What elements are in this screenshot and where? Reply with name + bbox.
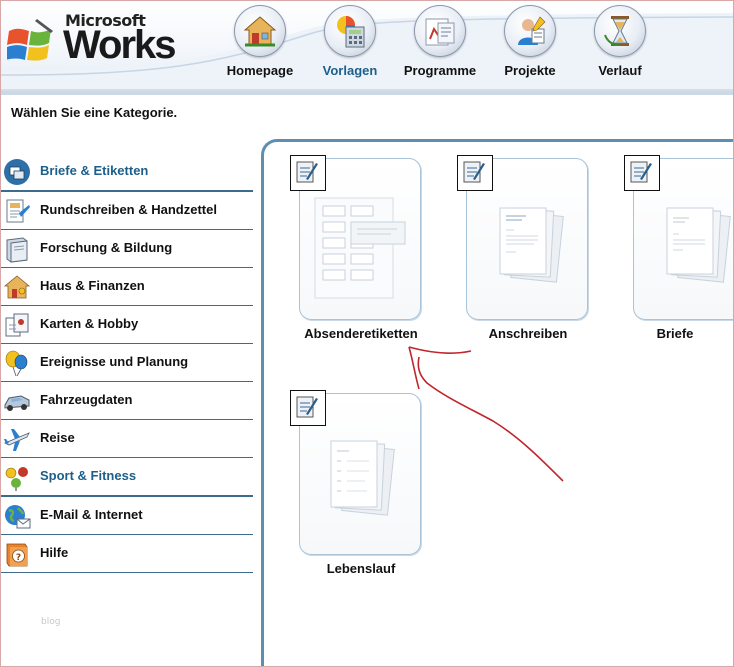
car-icon (4, 395, 30, 411)
svg-text:?: ? (16, 553, 21, 563)
watermark: blog (41, 617, 61, 627)
book-icon (6, 237, 28, 263)
template-tile-anschreiben[interactable]: Anschreiben (457, 155, 588, 341)
nav-homepage-label: Homepage (226, 63, 294, 78)
nav-verlauf-button[interactable]: Verlauf (577, 5, 663, 85)
works-logo: Microsoft Works (7, 9, 197, 67)
category-fahrzeugdaten[interactable]: Fahrzeugdaten (1, 382, 253, 420)
template-select-icon[interactable] (457, 155, 493, 191)
category-sidebar: Briefe & Etiketten Rundschreiben & Handz… (1, 153, 253, 573)
letter-preview (666, 207, 731, 283)
resume-preview (330, 440, 395, 516)
category-label: Reise (40, 430, 75, 445)
balloons-icon (5, 350, 28, 377)
templates-icon (324, 5, 376, 57)
letter-preview (499, 207, 564, 283)
annotation-arrow (408, 346, 564, 482)
category-forschung-bildung[interactable]: Forschung & Bildung (1, 230, 253, 268)
nav-programme-label: Programme (403, 63, 477, 78)
category-label: Ereignisse und Planung (40, 354, 189, 369)
airplane-icon (4, 429, 30, 451)
category-email-internet[interactable]: E-Mail & Internet (1, 497, 253, 535)
template-label: Briefe (656, 326, 694, 341)
template-tile-briefe[interactable]: Briefe (624, 155, 733, 341)
category-label: Rundschreiben & Handzettel (40, 202, 217, 217)
template-select-icon[interactable] (290, 155, 326, 191)
header-divider (1, 91, 733, 95)
labels-preview (314, 197, 406, 299)
template-tile-absenderetiketten[interactable]: Absenderetiketten (290, 155, 421, 341)
nav-verlauf-label: Verlauf (598, 63, 642, 78)
nav-projekte-label: Projekte (504, 63, 556, 78)
category-label: Fahrzeugdaten (40, 392, 133, 407)
category-label: Briefe & Etiketten (40, 163, 149, 178)
template-select-icon[interactable] (290, 390, 326, 426)
nav-homepage-button[interactable]: Homepage (217, 5, 303, 85)
nav-vorlagen-label: Vorlagen (322, 63, 378, 78)
category-ereignisse-planung[interactable]: Ereignisse und Planung (1, 344, 253, 382)
category-label: Haus & Finanzen (40, 278, 145, 293)
app-window: Microsoft Works Homepage Vorlagen Progra… (0, 0, 734, 667)
category-rundschreiben-handzettel[interactable]: Rundschreiben & Handzettel (1, 192, 253, 230)
category-hilfe[interactable]: ? Hilfe (1, 535, 253, 573)
programs-icon (414, 5, 466, 57)
help-icon: ? (6, 543, 28, 567)
category-label: Hilfe (40, 545, 69, 560)
letters-icon (4, 159, 30, 185)
cards-icon (5, 313, 29, 337)
category-label: E-Mail & Internet (40, 507, 143, 522)
category-haus-finanzen[interactable]: Haus & Finanzen (1, 268, 253, 306)
newsletter-icon (6, 199, 30, 223)
nav-vorlagen-button[interactable]: Vorlagen (307, 5, 393, 85)
sport-icon (5, 467, 28, 491)
header-bar: Microsoft Works Homepage Vorlagen Progra… (1, 1, 733, 91)
nav-programme-button[interactable]: Programme (397, 5, 483, 85)
category-label: Sport & Fitness (40, 468, 137, 483)
house-icon (234, 5, 286, 57)
category-sport-fitness[interactable]: Sport & Fitness (1, 458, 253, 497)
logo-name: Works (63, 23, 177, 67)
category-karten-hobby[interactable]: Karten & Hobby (1, 306, 253, 344)
category-label: Forschung & Bildung (40, 240, 173, 255)
projects-icon (504, 5, 556, 57)
globe-icon (5, 505, 31, 529)
category-briefe-etiketten[interactable]: Briefe & Etiketten (1, 153, 253, 192)
category-label: Karten & Hobby (40, 316, 139, 331)
template-label: Lebenslauf (326, 561, 396, 576)
category-reise[interactable]: Reise (1, 420, 253, 458)
category-prompt: Wählen Sie eine Kategorie. (11, 105, 178, 120)
windows-flag-icon (7, 19, 53, 61)
house-finance-icon (3, 275, 31, 299)
nav-projekte-button[interactable]: Projekte (487, 5, 573, 85)
template-select-icon[interactable] (624, 155, 660, 191)
history-icon (594, 5, 646, 57)
